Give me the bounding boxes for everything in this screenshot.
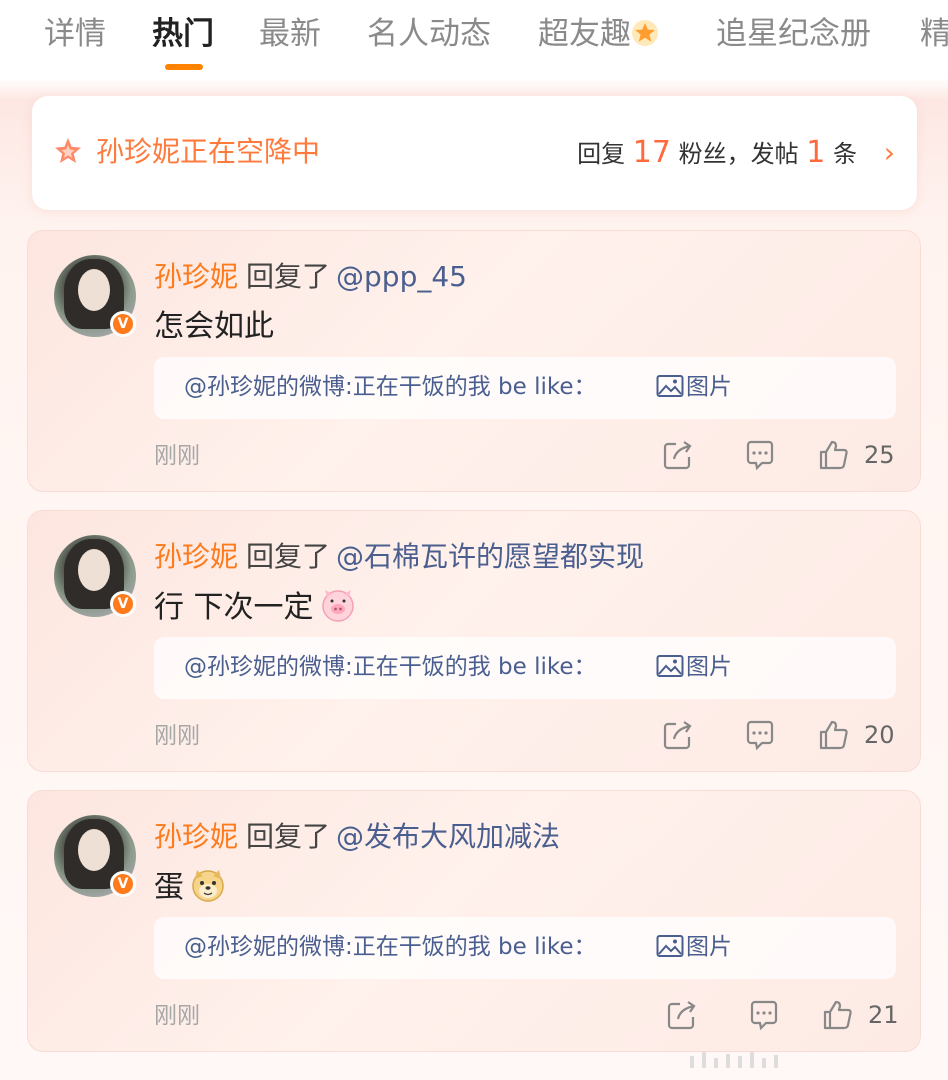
username[interactable]: 孙珍妮 xyxy=(154,540,238,573)
mention-link[interactable]: @发布大风加减法 xyxy=(336,820,560,853)
username[interactable]: 孙珍妮 xyxy=(154,260,238,293)
verified-badge-icon: V xyxy=(110,311,136,337)
pig-face-icon xyxy=(321,590,354,622)
post-count: 1 xyxy=(806,135,826,170)
share-icon[interactable] xyxy=(664,997,700,1033)
stat-mid: 粉丝，发帖 xyxy=(678,140,799,168)
reply-label: 回复了 xyxy=(246,540,331,573)
star-badge-icon xyxy=(632,20,658,46)
avatar-face xyxy=(78,549,110,591)
comment-text-content: 蛋 xyxy=(154,870,184,905)
timestamp: 刚刚 xyxy=(154,1003,200,1029)
page: 详情 热门 最新 名人动态 超友趣 追星纪念册 精 孙珍妮正在空降中 回复 17… xyxy=(0,0,948,1080)
active-tab-indicator xyxy=(165,64,203,70)
quoted-post-text: @孙珍妮的微博:正在干饭的我 be like： xyxy=(184,654,597,680)
picture-link[interactable]: 图片 xyxy=(656,371,732,403)
quoted-post[interactable]: @孙珍妮的微博:正在干饭的我 be like： 图片 xyxy=(154,357,896,419)
picture-label: 图片 xyxy=(686,654,732,680)
star-icon xyxy=(55,138,81,163)
tab-bar: 详情 热门 最新 名人动态 超友趣 追星纪念册 精 xyxy=(0,0,948,78)
comment-card[interactable]: V 孙珍妮 回复了 @发布大风加减法 蛋 @孙珍妮的微博:正在干饭的我 be lik… xyxy=(27,790,921,1052)
airdrop-banner[interactable]: 孙珍妮正在空降中 回复 17 粉丝，发帖 1 条 › xyxy=(32,96,917,210)
stat-suffix: 条 xyxy=(833,140,857,168)
avatar-face xyxy=(78,269,110,311)
like-icon[interactable] xyxy=(816,717,852,753)
quoted-post-text: @孙珍妮的微博:正在干饭的我 be like： xyxy=(184,374,597,400)
comment-icon[interactable] xyxy=(742,717,778,753)
like-icon[interactable] xyxy=(820,997,856,1033)
picture-label: 图片 xyxy=(686,934,732,960)
timestamp: 刚刚 xyxy=(154,443,200,469)
stat-prefix: 回复 xyxy=(577,140,626,168)
quoted-post[interactable]: @孙珍妮的微博:正在干饭的我 be like： 图片 xyxy=(154,637,896,699)
comment-text: 怎会如此 xyxy=(154,307,274,347)
tab-celebrity-updates[interactable]: 名人动态 xyxy=(367,14,491,54)
image-icon xyxy=(656,935,684,957)
tab-hot[interactable]: 热门 xyxy=(152,14,214,54)
comment-text: 行 下次一定 xyxy=(154,587,356,628)
tab-details[interactable]: 详情 xyxy=(44,14,106,54)
comment-header: 孙珍妮 回复了 @发布大风加减法 xyxy=(154,817,560,857)
tab-super-fun[interactable]: 超友趣 xyxy=(538,14,659,54)
image-icon xyxy=(656,655,684,677)
reply-label: 回复了 xyxy=(246,260,331,293)
timestamp: 刚刚 xyxy=(154,723,200,749)
comment-text: 蛋 xyxy=(154,867,226,908)
quoted-post[interactable]: @孙珍妮的微博:正在干饭的我 be like： 图片 xyxy=(154,917,896,979)
share-icon[interactable] xyxy=(660,717,696,753)
like-count: 21 xyxy=(868,1001,899,1029)
comment-text-content: 行 下次一定 xyxy=(154,590,314,625)
comment-card[interactable]: V 孙珍妮 回复了 @ppp_45 怎会如此 @孙珍妮的微博:正在干饭的我 be l… xyxy=(27,230,921,492)
verified-badge-icon: V xyxy=(110,871,136,897)
image-icon xyxy=(656,375,684,397)
avatar-face xyxy=(78,829,110,871)
banner-title: 孙珍妮正在空降中 xyxy=(96,135,321,168)
username[interactable]: 孙珍妮 xyxy=(154,820,238,853)
comment-header: 孙珍妮 回复了 @石棉瓦许的愿望都实现 xyxy=(154,537,644,577)
tab-latest[interactable]: 最新 xyxy=(259,14,321,54)
verified-badge-icon: V xyxy=(110,591,136,617)
picture-label: 图片 xyxy=(686,374,732,400)
doge-face-icon xyxy=(192,870,224,902)
comment-icon[interactable] xyxy=(742,437,778,473)
like-count: 25 xyxy=(864,441,895,469)
mention-link[interactable]: @石棉瓦许的愿望都实现 xyxy=(336,540,644,573)
comment-card[interactable]: V 孙珍妮 回复了 @石棉瓦许的愿望都实现 行 下次一定 @孙珍妮的微博:正在干饭的… xyxy=(27,510,921,772)
reply-label: 回复了 xyxy=(246,820,331,853)
like-count: 20 xyxy=(864,721,895,749)
tab-featured[interactable]: 精 xyxy=(920,14,948,54)
like-icon[interactable] xyxy=(816,437,852,473)
share-icon[interactable] xyxy=(660,437,696,473)
comment-text-content: 怎会如此 xyxy=(154,309,274,344)
tab-fan-album[interactable]: 追星纪念册 xyxy=(716,14,871,54)
comment-icon[interactable] xyxy=(746,997,782,1033)
chevron-right-icon: › xyxy=(883,136,895,169)
banner-stats: 回复 17 粉丝，发帖 1 条 xyxy=(577,136,857,171)
picture-link[interactable]: 图片 xyxy=(656,931,732,963)
quoted-post-text: @孙珍妮的微博:正在干饭的我 be like： xyxy=(184,934,597,960)
picture-link[interactable]: 图片 xyxy=(656,651,732,683)
mention-link[interactable]: @ppp_45 xyxy=(336,260,467,293)
tab-super-fun-label: 超友趣 xyxy=(538,16,631,52)
watermark-dots-icon xyxy=(690,1052,778,1068)
reply-count: 17 xyxy=(632,135,671,170)
comment-header: 孙珍妮 回复了 @ppp_45 xyxy=(154,257,467,297)
